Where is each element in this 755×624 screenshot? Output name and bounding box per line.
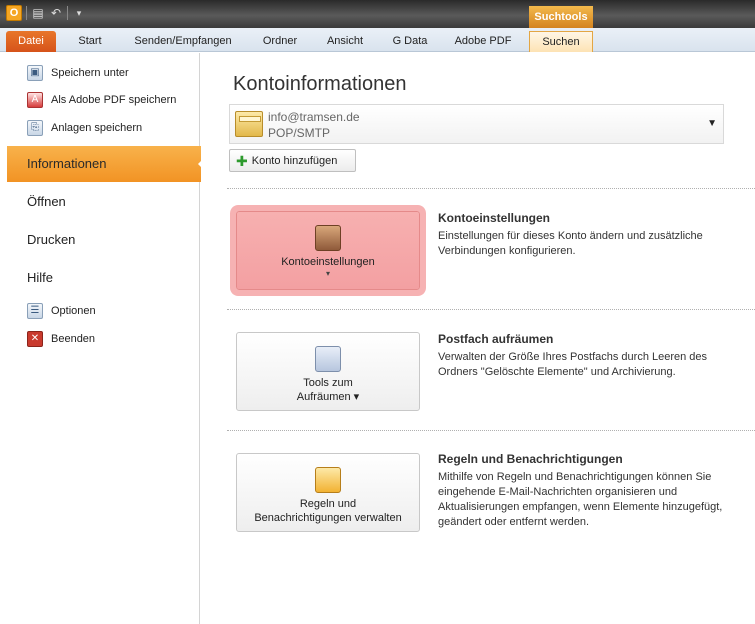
nav-tab-info[interactable]: Informationen: [7, 146, 208, 182]
tab-view[interactable]: Ansicht: [320, 31, 370, 52]
tab-file[interactable]: Datei: [6, 31, 56, 52]
account-email: info@tramsen.de: [268, 110, 360, 124]
divider: [227, 188, 755, 189]
nav-tab-print[interactable]: Drucken: [7, 222, 200, 258]
rules-alerts-icon: [315, 467, 341, 493]
cleanup-tools-label-line2: Aufräumen ▾: [296, 391, 360, 403]
manage-rules-alerts-button[interactable]: Regeln und Benachrichtigungen verwalten: [236, 453, 420, 532]
customize-qat-icon[interactable]: ▾: [72, 6, 86, 20]
tab-home[interactable]: Start: [70, 31, 110, 52]
add-account-label: Konto hinzufügen: [251, 154, 338, 167]
cleanup-tools-icon: [315, 346, 341, 372]
options-label: Optionen: [51, 305, 96, 317]
qat-separator: [67, 6, 68, 20]
divider: [227, 430, 755, 431]
account-settings-icon: [315, 225, 341, 251]
options-command[interactable]: ☰ Optionen: [7, 300, 96, 322]
send-receive-icon[interactable]: ▤: [31, 6, 45, 20]
cleanup-tools-button[interactable]: Tools zum Aufräumen ▾: [236, 332, 420, 411]
manage-rules-label-line1: Regeln und: [299, 498, 357, 510]
contextual-tab-group-search-tools: Suchtools: [529, 6, 593, 28]
tab-folder[interactable]: Ordner: [255, 31, 305, 52]
mailbox-cleanup-description: Verwalten der Größe Ihres Postfachs durc…: [438, 351, 708, 378]
save-as-pdf-command[interactable]: A Als Adobe PDF speichern: [7, 89, 176, 111]
account-settings-button-label: Kontoeinstellungen: [281, 256, 375, 268]
tab-g-data[interactable]: G Data: [386, 31, 434, 52]
account-type: POP/SMTP: [268, 126, 331, 140]
quick-access-toolbar: O ▤ ↶ ▾: [6, 5, 86, 21]
account-settings-description: Einstellungen für dieses Konto ändern un…: [438, 230, 703, 257]
chevron-down-icon[interactable]: ▼: [707, 118, 717, 129]
title-bar: O ▤ ↶ ▾ Suchtools: [0, 0, 755, 28]
qat-separator: [26, 6, 27, 20]
chevron-down-icon: ▾: [325, 269, 330, 278]
save-attachments-command[interactable]: ⎘ Anlagen speichern: [7, 117, 142, 139]
tab-search[interactable]: Suchen: [529, 31, 593, 52]
tab-send-receive[interactable]: Senden/Empfangen: [126, 31, 240, 52]
account-info-panel: Kontoinformationen info@tramsen.de POP/S…: [201, 53, 755, 624]
save-as-icon: ▣: [27, 65, 43, 81]
mailbox-cleanup-heading: Postfach aufräumen: [438, 332, 554, 346]
save-as-command[interactable]: ▣ Speichern unter: [7, 62, 129, 84]
mail-account-icon: [235, 111, 263, 137]
adobe-pdf-icon: A: [27, 92, 43, 108]
undo-icon[interactable]: ↶: [49, 6, 63, 20]
tab-adobe-pdf[interactable]: Adobe PDF: [449, 31, 517, 52]
manage-rules-label-line2: Benachrichtigungen verwalten: [254, 512, 402, 524]
exit-icon: ✕: [27, 331, 43, 347]
plus-icon: ✚: [236, 152, 248, 169]
account-settings-heading: Kontoeinstellungen: [438, 211, 550, 225]
exit-label: Beenden: [51, 333, 96, 345]
rules-alerts-heading: Regeln und Benachrichtigungen: [438, 452, 623, 466]
add-account-button[interactable]: ✚ Konto hinzufügen: [229, 149, 356, 172]
exit-command[interactable]: ✕ Beenden: [7, 328, 95, 350]
backstage-nav: ▣ Speichern unter A Als Adobe PDF speich…: [7, 53, 208, 624]
nav-tab-help[interactable]: Hilfe: [7, 260, 200, 296]
ribbon-tab-bar: Datei Start Senden/Empfangen Ordner Ansi…: [0, 28, 755, 52]
outlook-app-icon[interactable]: O: [6, 5, 22, 21]
rules-alerts-description: Mithilfe von Regeln und Benachrichtigung…: [438, 471, 723, 528]
save-attachments-icon: ⎘: [27, 120, 43, 136]
save-as-pdf-label: Als Adobe PDF speichern: [51, 94, 177, 106]
page-title: Kontoinformationen: [233, 73, 407, 95]
divider: [227, 309, 755, 310]
cleanup-tools-label-line1: Tools zum: [303, 377, 353, 389]
options-icon: ☰: [27, 303, 43, 319]
nav-tab-open[interactable]: Öffnen: [7, 184, 200, 220]
save-attachments-label: Anlagen speichern: [51, 122, 143, 134]
account-settings-button[interactable]: Kontoeinstellungen ▾: [236, 211, 420, 290]
account-selector-dropdown[interactable]: info@tramsen.de POP/SMTP ▼: [229, 104, 724, 144]
save-as-label: Speichern unter: [51, 67, 129, 79]
